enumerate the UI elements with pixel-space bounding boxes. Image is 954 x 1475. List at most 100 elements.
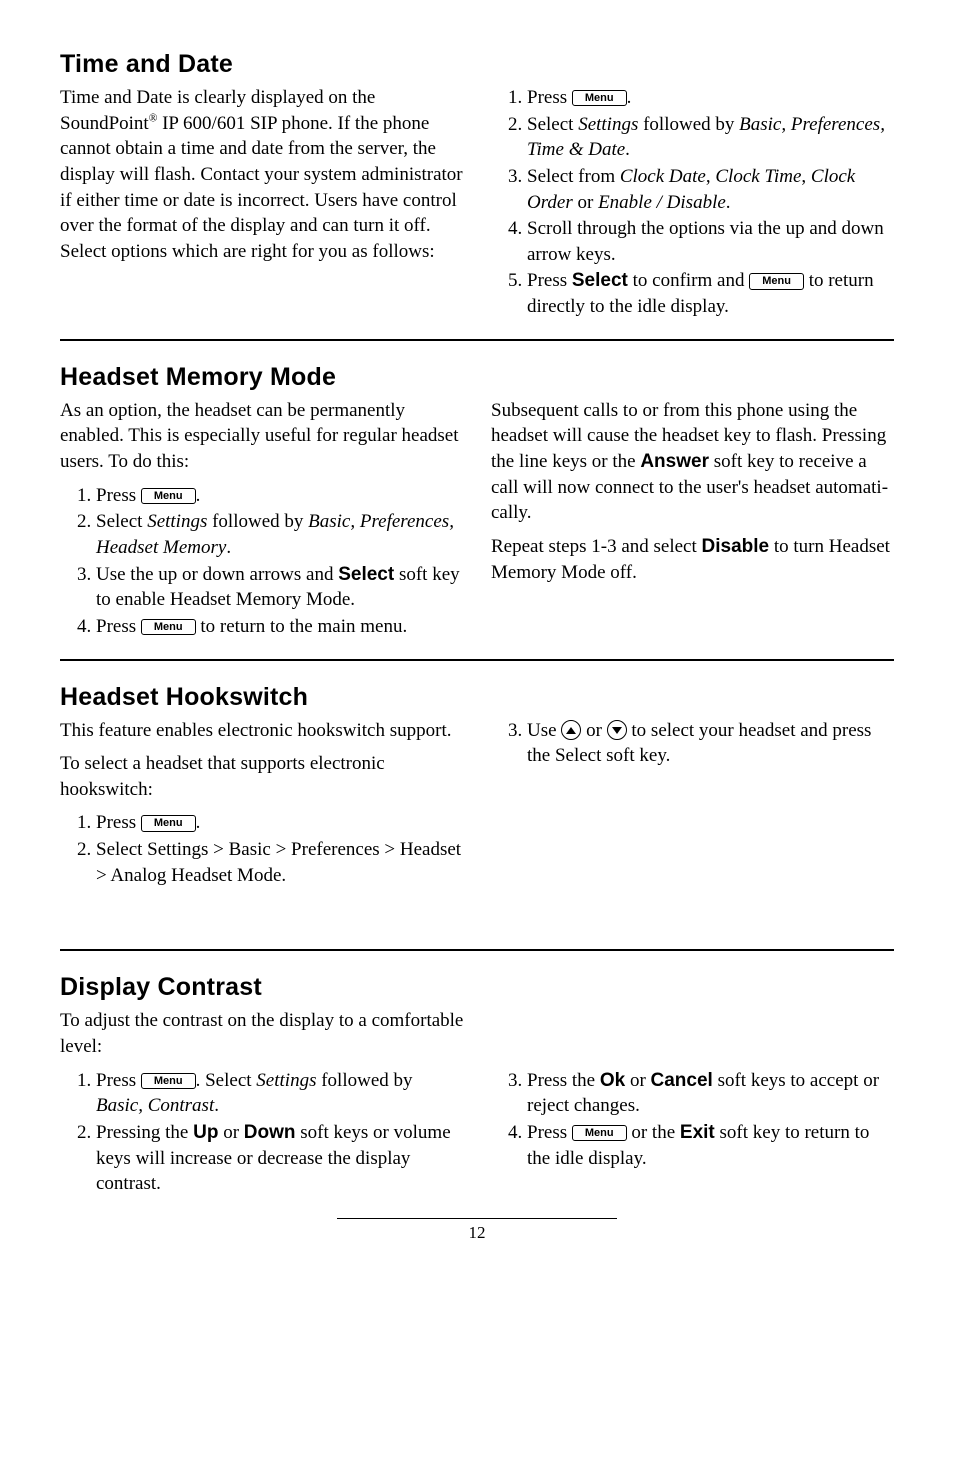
hookswitch-columns: This feature enables electronic hookswit… <box>60 718 894 890</box>
text: or <box>581 720 606 741</box>
softkey-down: Down <box>244 1122 296 1143</box>
display-contrast-columns: Press Menu. Select Settings fol­lowed by… <box>60 1068 894 1198</box>
softkey-select: Select <box>338 564 394 585</box>
section-divider <box>60 659 894 661</box>
text: or <box>218 1122 243 1143</box>
menu-button-icon: Menu <box>572 90 627 106</box>
text: Press the <box>527 1070 600 1091</box>
menu-button-icon: Menu <box>141 815 196 831</box>
text: , <box>801 166 811 187</box>
text: Pressing the <box>96 1122 193 1143</box>
heading-headset-memory: Headset Memory Mode <box>60 363 894 392</box>
step-1: Press Menu. <box>96 810 463 836</box>
menu-button-icon: Menu <box>572 1125 627 1141</box>
time-date-columns: Time and Date is clearly displayed on th… <box>60 85 894 321</box>
text: . Select <box>196 1070 257 1091</box>
text: . <box>627 87 632 108</box>
text: , <box>706 166 716 187</box>
text: Use the up or down arrows and <box>96 564 338 585</box>
time-date-left: Time and Date is clearly displayed on th… <box>60 85 463 321</box>
text: Press <box>96 485 141 506</box>
menu-button-icon: Menu <box>141 1073 196 1089</box>
text: to return to the main menu. <box>196 616 408 637</box>
step-3: Use the up or down arrows and Select sof… <box>96 562 463 613</box>
text: . <box>226 537 231 558</box>
text: Press <box>527 270 572 291</box>
display-contrast-intro: To adjust the contrast on the display to… <box>60 1008 477 1059</box>
text: Use <box>527 720 561 741</box>
softkey-select: Select <box>572 270 628 291</box>
text: . <box>196 812 201 833</box>
step-5: Press Select to confirm and Menu to retu… <box>527 268 894 319</box>
text: or the <box>627 1122 680 1143</box>
display-contrast-left-steps: Press Menu. Select Settings fol­lowed by… <box>60 1068 463 1197</box>
headset-memory-right-p1: Subsequent calls to or from this phone u… <box>491 398 894 526</box>
headset-memory-steps: Press Menu. Select Settings followed by … <box>60 483 463 640</box>
text: Repeat steps 1-3 and select <box>491 536 702 557</box>
text: . <box>726 192 731 213</box>
text: . <box>625 139 630 160</box>
text: followed by <box>638 114 739 135</box>
up-arrow-icon <box>561 720 581 740</box>
step-4: Scroll through the options via the up an… <box>527 216 894 267</box>
softkey-disable: Disable <box>702 536 770 557</box>
time-date-intro: Time and Date is clearly displayed on th… <box>60 85 463 264</box>
headset-memory-intro: As an option, the headset can be perma­n… <box>60 398 463 475</box>
hookswitch-intro: This feature enables electronic hookswit… <box>60 718 463 744</box>
hookswitch-intro2: To select a headset that supports electr… <box>60 751 463 802</box>
text: followed by <box>207 511 308 532</box>
headset-memory-columns: As an option, the headset can be perma­n… <box>60 398 894 641</box>
text-italic: Clock Date <box>620 166 706 187</box>
page-content: Time and Date Time and Date is clearly d… <box>0 0 954 1273</box>
step-3: Use or to select your headset and press … <box>527 718 894 769</box>
text: IP 600/601 SIP phone. If the phone canno… <box>60 113 463 262</box>
text: Press <box>96 616 141 637</box>
section-divider <box>60 949 894 951</box>
menu-button-icon: Menu <box>749 273 804 289</box>
text: or <box>573 192 598 213</box>
softkey-exit: Exit <box>680 1122 715 1143</box>
hookswitch-right-steps: Use or to select your headset and press … <box>491 718 894 769</box>
step-1: Press Menu. <box>96 483 463 509</box>
text: Select from <box>527 166 620 187</box>
text: Press <box>527 1122 572 1143</box>
text: . <box>214 1095 219 1116</box>
text: fol­lowed by <box>316 1070 412 1091</box>
time-date-steps: Press Menu. Select Settings followed by … <box>491 85 894 320</box>
step-2: Select Settings > Basic > Preferences > … <box>96 837 463 888</box>
display-contrast-intro-col: To adjust the contrast on the display to… <box>60 1008 477 1059</box>
step-4: Press Menu or the Exit soft key to retur… <box>527 1120 894 1171</box>
step-4: Press Menu to return to the main menu. <box>96 614 463 640</box>
headset-memory-left: As an option, the headset can be perma­n… <box>60 398 463 641</box>
text: Select <box>527 114 578 135</box>
step-1: Press Menu. Select Settings fol­lowed by… <box>96 1068 463 1119</box>
text: to confirm and <box>628 270 749 291</box>
hookswitch-steps: Press Menu. Select Settings > Basic > Pr… <box>60 810 463 888</box>
heading-display-contrast: Display Contrast <box>60 973 894 1002</box>
display-contrast-right-steps: Press the Ok or Cancel soft keys to acce… <box>491 1068 894 1172</box>
headset-memory-right-p2: Repeat steps 1-3 and select Disable to t… <box>491 534 894 585</box>
softkey-ok: Ok <box>600 1070 625 1091</box>
step-3: Press the Ok or Cancel soft keys to acce… <box>527 1068 894 1119</box>
step-2: Select Settings followed by Basic, Prefe… <box>527 112 894 163</box>
heading-headset-hookswitch: Headset Hookswitch <box>60 683 894 712</box>
text: Press <box>96 812 141 833</box>
text-italic: Basic, Contrast <box>96 1095 214 1116</box>
softkey-up: Up <box>193 1122 218 1143</box>
heading-time-and-date: Time and Date <box>60 50 894 79</box>
time-date-right: Press Menu. Select Settings followed by … <box>491 85 894 321</box>
text: or <box>625 1070 650 1091</box>
section-divider <box>60 339 894 341</box>
down-arrow-icon <box>607 720 627 740</box>
text-italic: Settings <box>256 1070 316 1091</box>
text: Press <box>527 87 572 108</box>
headset-memory-right: Subsequent calls to or from this phone u… <box>491 398 894 641</box>
step-2: Pressing the Up or Down soft keys or vol… <box>96 1120 463 1197</box>
menu-button-icon: Menu <box>141 619 196 635</box>
text: Select <box>96 511 147 532</box>
menu-button-icon: Menu <box>141 488 196 504</box>
text: . <box>196 485 201 506</box>
softkey-answer: Answer <box>640 451 709 472</box>
softkey-cancel: Cancel <box>651 1070 713 1091</box>
display-contrast-right: Press the Ok or Cancel soft keys to acce… <box>491 1068 894 1198</box>
